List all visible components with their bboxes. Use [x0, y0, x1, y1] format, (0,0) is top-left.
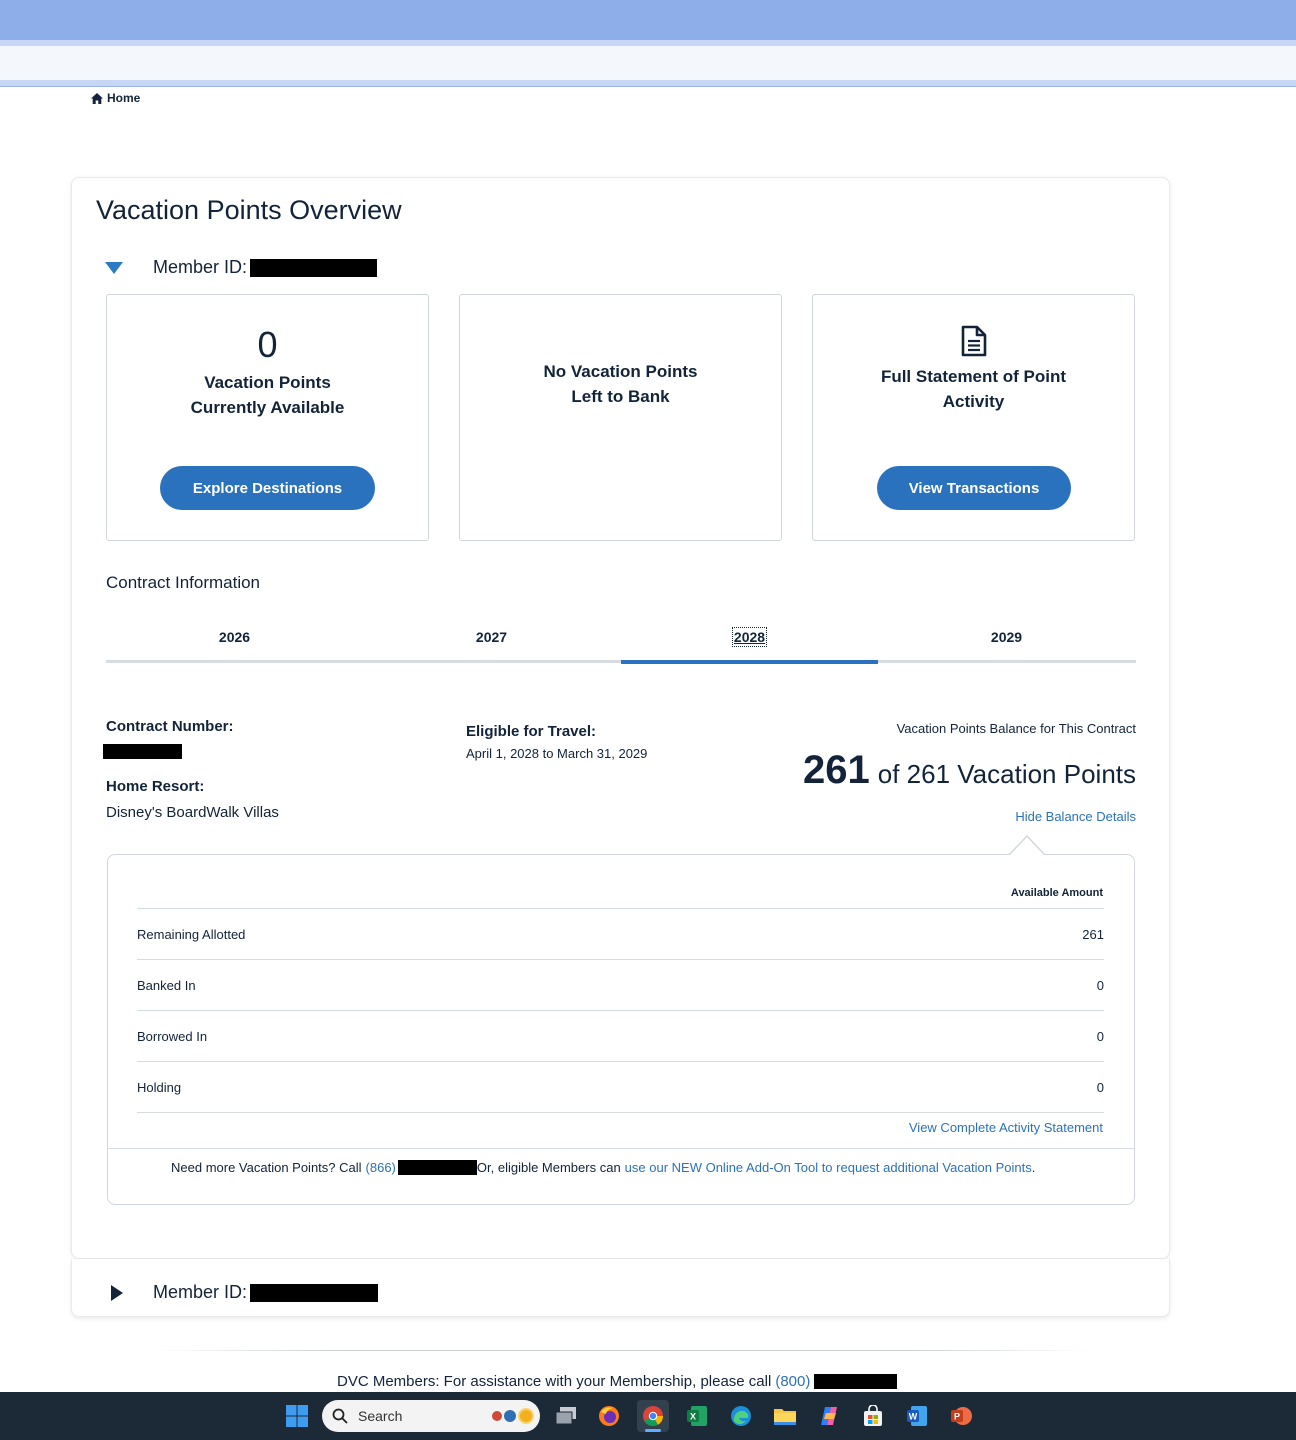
member-id-redacted	[250, 258, 378, 277]
table-row: Holding 0	[137, 1061, 1104, 1112]
tab-2028[interactable]: 2028	[621, 625, 878, 665]
view-transactions-button[interactable]: View Transactions	[877, 466, 1071, 510]
row-label: Holding	[137, 1079, 182, 1095]
view-complete-activity-statement-link[interactable]: View Complete Activity Statement	[909, 1120, 1103, 1135]
tab-2027[interactable]: 2027	[363, 625, 620, 665]
tab-2029[interactable]: 2029	[878, 625, 1135, 665]
home-resort-label: Home Resort:	[106, 778, 205, 795]
details-divider	[108, 1148, 1134, 1149]
balance-title: Vacation Points Balance for This Contrac…	[896, 721, 1136, 736]
row-label: Borrowed In	[137, 1028, 208, 1044]
row-label: Remaining Allotted	[137, 926, 246, 942]
need-more-points-text: Need more Vacation Points? Call (866) Or…	[171, 1160, 1035, 1175]
file-explorer-icon[interactable]	[769, 1400, 801, 1432]
need-more-middle: Or, eligible Members can	[476, 1160, 621, 1175]
footer-phone-redacted	[814, 1374, 898, 1389]
explore-destinations-button[interactable]: Explore Destinations	[160, 466, 375, 510]
browser-top-bar	[0, 0, 1296, 40]
footer-assistance-text: DVC Members: For assistance with your Me…	[337, 1373, 898, 1390]
row-value: 261	[1082, 926, 1104, 942]
footer-text: DVC Members: For assistance with your Me…	[337, 1373, 772, 1390]
collapse-triangle-icon[interactable]	[105, 261, 123, 274]
tab-2027-label: 2027	[475, 629, 508, 645]
browser-toolbar-border	[0, 80, 1296, 87]
balance-value: 261	[803, 748, 870, 792]
powerpoint-icon[interactable]: P	[945, 1400, 977, 1432]
taskbar-search-placeholder: Search	[358, 1408, 403, 1424]
svg-text:X: X	[690, 1412, 696, 1422]
available-line-2: Currently Available	[190, 398, 345, 417]
taskbar-search-box[interactable]: Search	[322, 1400, 540, 1432]
store-icon[interactable]	[857, 1400, 889, 1432]
eligible-travel-value: April 1, 2028 to March 31, 2029	[466, 746, 648, 761]
tab-2028-label: 2028	[731, 627, 768, 647]
balance-summary: 261 of 261 Vacation Points	[803, 748, 1136, 793]
statement-line-1: Full Statement of Point	[880, 367, 1067, 386]
member-id-redacted-2	[250, 1283, 379, 1302]
expand-triangle-icon[interactable]	[111, 1284, 123, 1301]
excel-icon[interactable]: X	[681, 1400, 713, 1432]
svg-text:W: W	[909, 1412, 918, 1422]
available-line-1: Vacation Points	[204, 373, 331, 392]
svg-text:P: P	[954, 1412, 960, 1422]
table-row: Borrowed In 0	[137, 1010, 1104, 1061]
eligible-travel-label: Eligible for Travel:	[466, 723, 597, 740]
contract-number-redacted	[103, 744, 182, 759]
available-amount-header: Available Amount	[1010, 887, 1103, 899]
year-tabs: 2026 2027 2028 2029	[106, 625, 1136, 665]
footer-divider	[158, 1350, 1088, 1351]
edge-icon[interactable]	[725, 1400, 757, 1432]
hide-balance-details-link[interactable]: Hide Balance Details	[1015, 809, 1136, 824]
row-value: 0	[1096, 1079, 1104, 1095]
row-value: 0	[1096, 977, 1104, 993]
home-resort-value: Disney's BoardWalk Villas	[106, 804, 279, 821]
member-id-label-2: Member ID:	[153, 1282, 248, 1302]
bank-line-2: Left to Bank	[571, 387, 670, 406]
document-icon	[813, 325, 1134, 359]
word-icon[interactable]: W	[901, 1400, 933, 1432]
details-caret-fill	[1009, 837, 1045, 856]
available-points-count: 0	[257, 324, 278, 365]
tab-2026-label: 2026	[218, 629, 251, 645]
need-more-phone-link[interactable]: (866)	[366, 1160, 396, 1175]
member-id-label: Member ID:	[153, 257, 248, 277]
row-label: Banked In	[137, 977, 196, 993]
contract-information-title: Contract Information	[106, 573, 261, 592]
search-highlight-icon	[492, 1408, 534, 1424]
footer-phone-link[interactable]: (800)	[775, 1373, 810, 1390]
balance-total-text: of 261 Vacation Points	[877, 759, 1136, 789]
row-value: 0	[1096, 1028, 1104, 1044]
home-icon	[91, 92, 103, 104]
windows-start-icon[interactable]	[281, 1400, 313, 1432]
chrome-icon[interactable]	[637, 1400, 669, 1432]
breadcrumb[interactable]: Home	[91, 91, 140, 105]
tab-2026[interactable]: 2026	[106, 625, 363, 665]
task-view-icon[interactable]	[550, 1400, 582, 1432]
contract-number-label: Contract Number:	[106, 718, 234, 735]
firefox-icon[interactable]	[593, 1400, 625, 1432]
need-more-suffix: .	[1031, 1160, 1036, 1175]
tab-2029-label: 2029	[990, 629, 1023, 645]
search-icon	[332, 1408, 348, 1424]
need-more-prefix: Need more Vacation Points? Call	[171, 1160, 362, 1175]
bank-line-1: No Vacation Points	[543, 362, 698, 381]
table-row: Remaining Allotted 261	[137, 908, 1104, 959]
member-id-toggle[interactable]: Member ID:	[105, 257, 378, 278]
add-on-tool-link[interactable]: use our NEW Online Add-On Tool to reques…	[625, 1160, 1032, 1175]
copilot-icon[interactable]	[813, 1400, 845, 1432]
breadcrumb-home-link[interactable]: Home	[107, 91, 140, 105]
phone-redacted	[397, 1160, 477, 1175]
browser-toolbar	[0, 46, 1296, 80]
page-title: Vacation Points Overview	[96, 195, 402, 225]
table-bottom-border	[137, 1112, 1104, 1113]
member-id-toggle-2[interactable]: Member ID:	[111, 1282, 379, 1303]
table-row: Banked In 0	[137, 959, 1104, 1010]
bank-points-tile: No Vacation Points Left to Bank	[459, 294, 782, 541]
statement-line-2: Activity	[942, 392, 1005, 411]
